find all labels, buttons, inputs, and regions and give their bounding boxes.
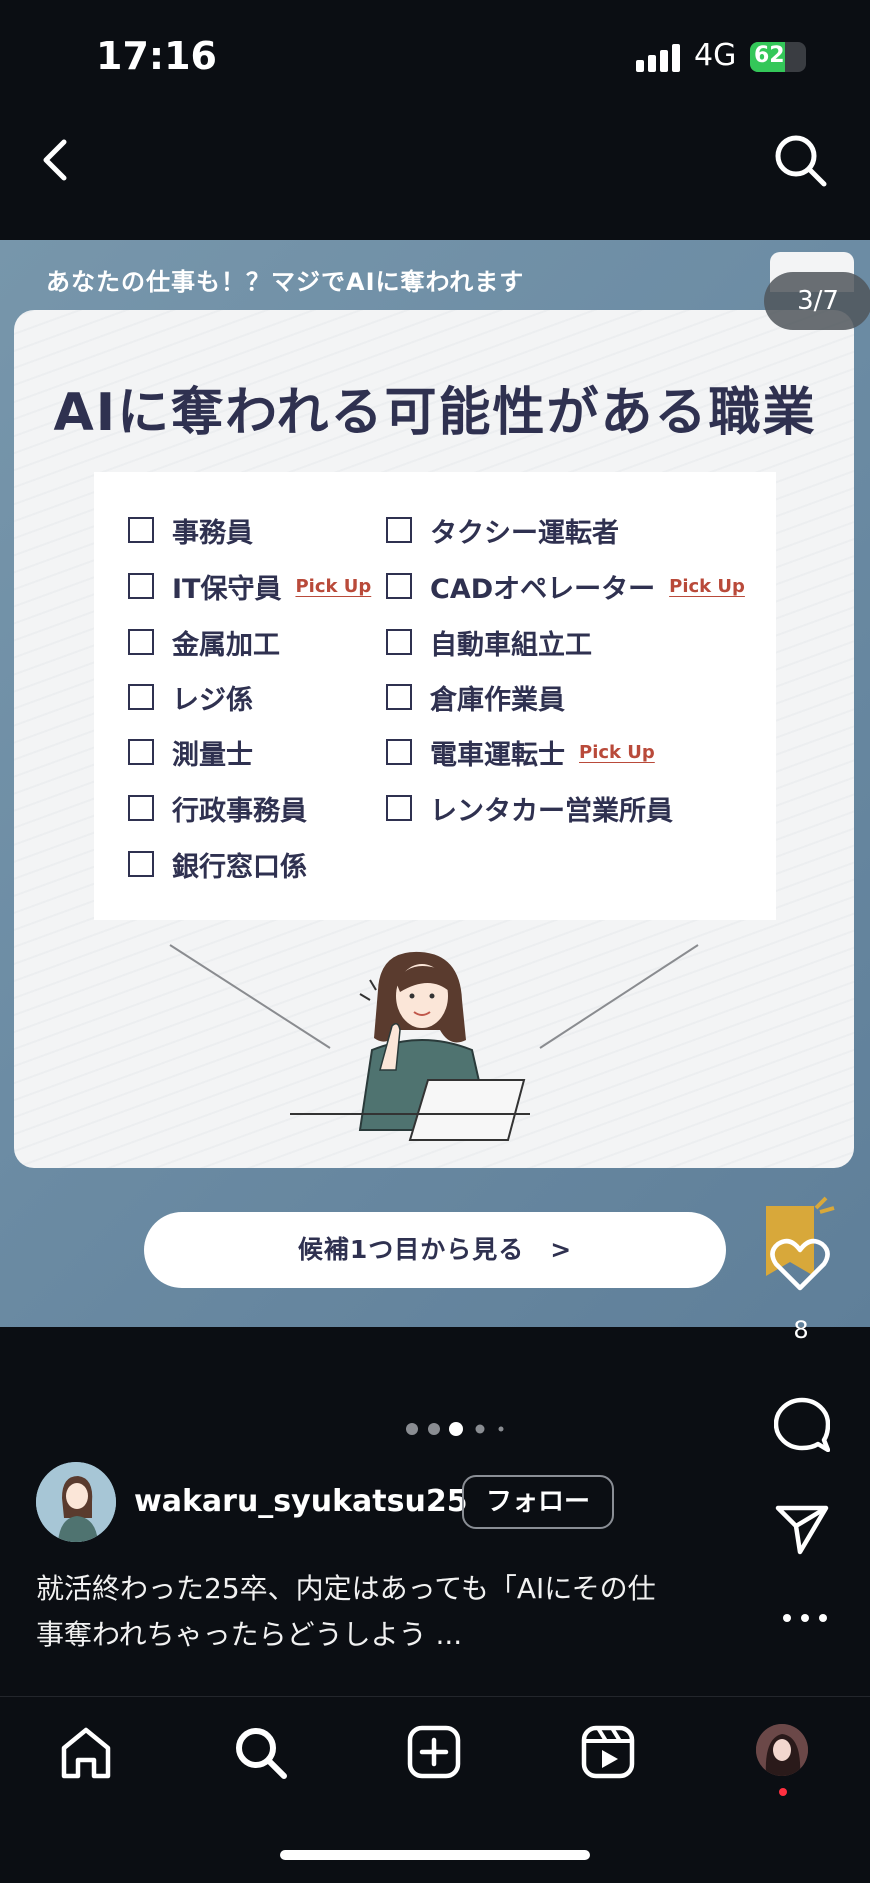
caption[interactable]: 就活終わった25卒、内定はあっても「AIにその仕 事奪われちゃったらどうしよう … [36,1566,736,1658]
username[interactable]: wakaru_syukatsu25 [134,1484,468,1519]
slide-counter: 3/7 [764,272,870,330]
job-item: IT保守員 Pick Up [128,566,371,606]
notification-dot [779,1788,787,1796]
job-list: 事務員 IT保守員 Pick Up 金属加工 レジ係 測量士 行政事務員 銀行窓口… [94,472,776,920]
avatar[interactable] [36,1462,116,1542]
job-item: 自動車組立工 [386,622,592,662]
job-item: CADオペレーター Pick Up [386,566,745,606]
checkbox-icon [128,629,154,655]
carousel-dot [406,1423,418,1435]
caption-line: 事奪われちゃったらどうしよう ... [36,1618,463,1651]
woman-laptop-illustration [169,944,699,1141]
carousel-dot-active [449,1422,463,1436]
job-item: 銀行窓口係 [128,844,307,884]
pick-up-label: Pick Up [579,741,655,763]
checkbox-icon [128,739,154,765]
job-label: 金属加工 [172,629,280,661]
pick-up-label: Pick Up [295,575,372,597]
checkbox-icon [128,795,154,821]
plus-square-icon[interactable] [406,1724,462,1780]
card-title: AIに奪われる可能性がある職業 [53,383,817,443]
job-item: タクシー運転者 [386,510,619,550]
battery-icon: 62 [750,42,806,72]
job-label: 行政事務員 [172,795,307,827]
checkbox-icon [386,684,412,710]
job-label: 自動車組立工 [430,629,592,661]
comment-icon[interactable] [774,1396,830,1452]
carousel-dots [406,1422,504,1436]
carousel-dot [475,1424,485,1434]
profile-nav-avatar[interactable] [756,1724,808,1776]
caption-line: 就活終わった25卒、内定はあっても「AIにその仕 [36,1572,656,1605]
job-label: 測量士 [172,739,253,771]
status-time: 17:16 [96,34,217,78]
job-label: 倉庫作業員 [430,684,565,716]
more-icon[interactable] [780,1608,830,1628]
cta-label: 候補1つ目から見る > [297,1235,573,1264]
checkbox-icon [386,517,412,543]
pick-up-label: Pick Up [669,575,745,597]
checkbox-icon [128,517,154,543]
job-label: CADオペレーター [430,573,656,605]
battery-level: 62 [754,43,785,68]
job-item: 電車運転士 Pick Up [386,732,655,772]
profile-avatar-image [756,1724,808,1776]
job-label: レンタカー営業所員 [430,795,673,827]
job-item: 測量士 [128,732,253,772]
reels-icon[interactable] [580,1724,636,1780]
job-label: 銀行窓口係 [172,851,307,883]
carousel-dot [498,1426,504,1432]
avatar-illustration [36,1462,116,1542]
carousel-dot [428,1423,440,1435]
post-banner: あなたの仕事も！？マジでAIに奪われます [46,268,525,296]
back-icon[interactable] [36,136,76,184]
home-icon[interactable] [58,1724,114,1780]
job-item: 金属加工 [128,622,280,662]
job-label: IT保守員 [172,573,282,605]
job-item: 行政事務員 [128,788,307,828]
home-indicator [280,1850,590,1860]
like-count: 8 [793,1316,809,1344]
job-label: タクシー運転者 [430,517,619,549]
signal-icon [636,44,684,72]
checkbox-icon [386,739,412,765]
job-item: 倉庫作業員 [386,677,565,717]
job-label: レジ係 [172,684,253,716]
checkbox-icon [128,684,154,710]
job-item: レジ係 [128,677,253,717]
follow-button[interactable]: フォロー [462,1475,614,1529]
job-label: 電車運転士 [430,739,565,771]
search-icon[interactable] [772,132,828,188]
heart-icon[interactable] [770,1236,830,1292]
network-label: 4G [694,38,737,73]
send-icon[interactable] [774,1504,830,1556]
checkbox-icon [128,851,154,877]
checkbox-icon [386,573,412,599]
checkbox-icon [386,795,412,821]
job-item: レンタカー営業所員 [386,788,673,828]
checkbox-icon [128,573,154,599]
checkbox-icon [386,629,412,655]
job-item: 事務員 [128,510,253,550]
search-icon[interactable] [232,1724,288,1780]
job-label: 事務員 [172,517,253,549]
